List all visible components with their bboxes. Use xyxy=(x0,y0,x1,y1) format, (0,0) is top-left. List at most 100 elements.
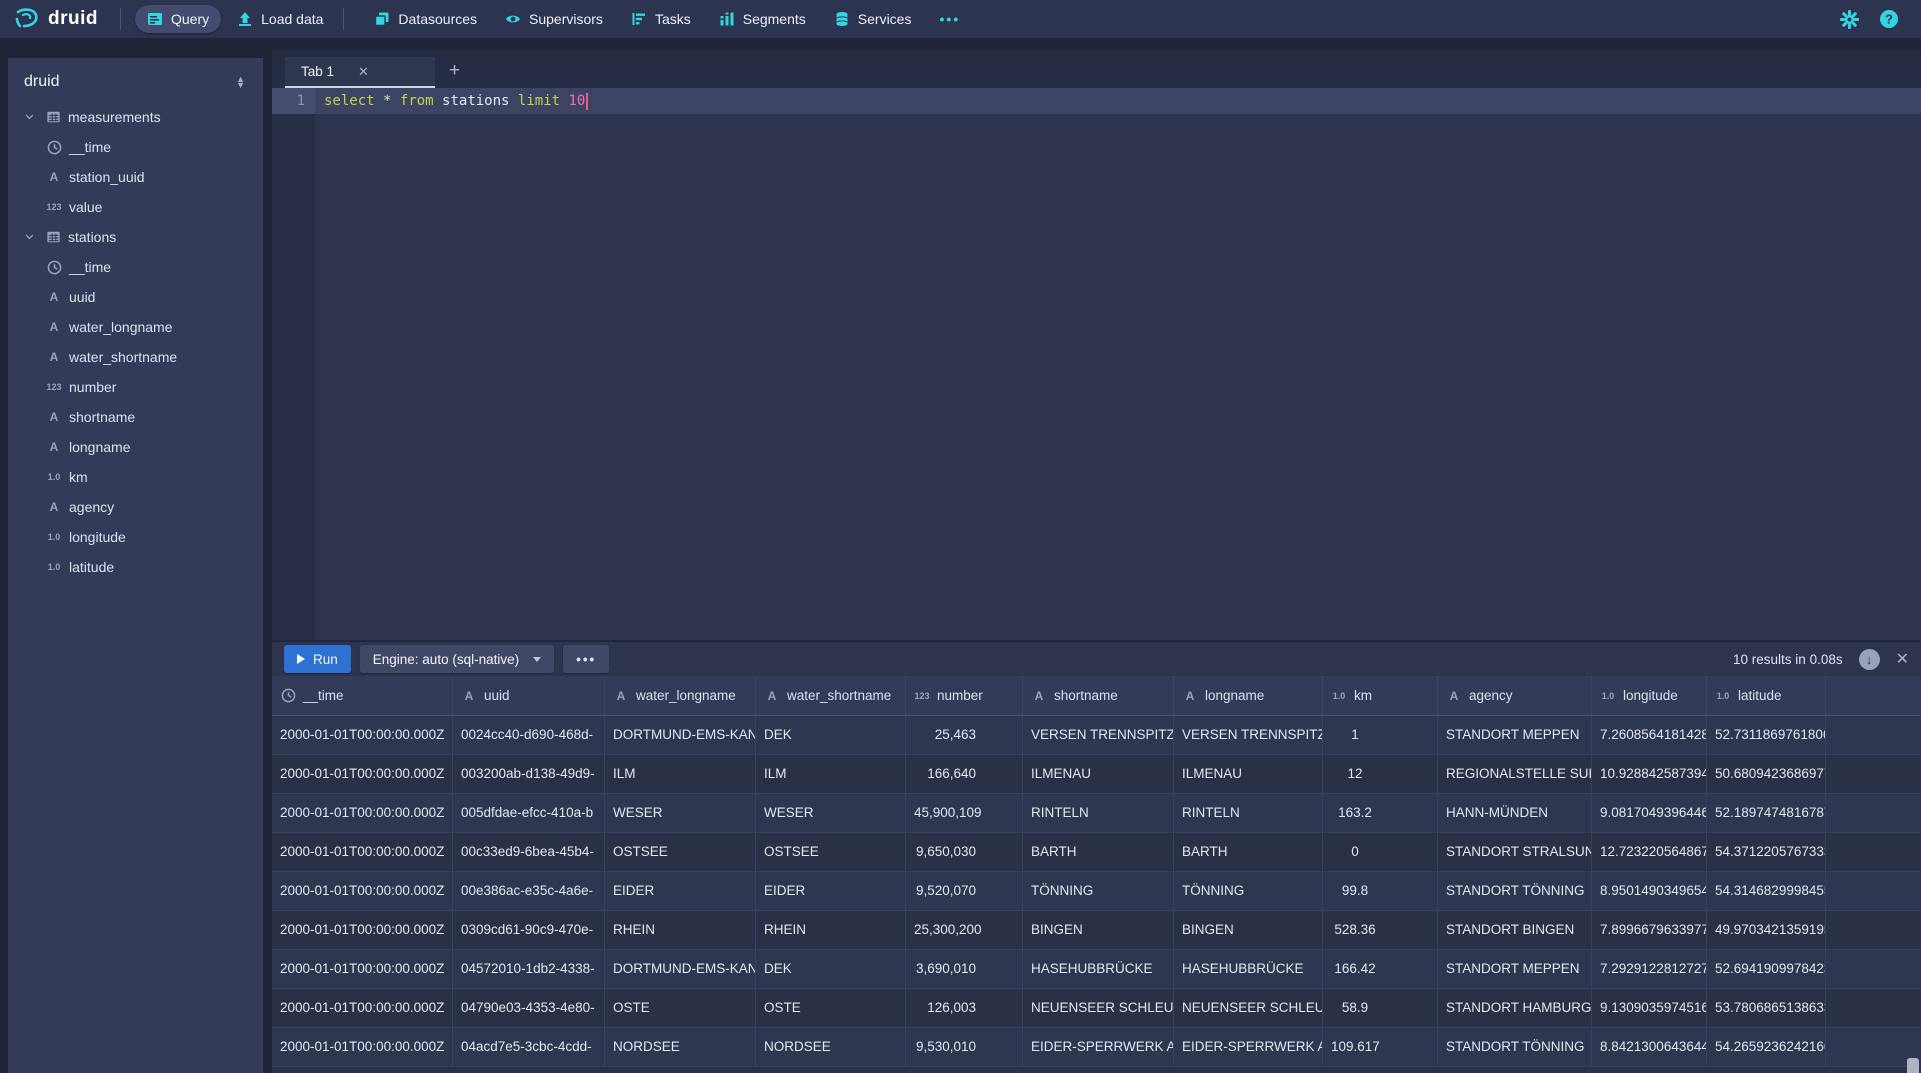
column-header-water_longname[interactable]: A water_longname xyxy=(605,676,756,715)
nav-item-tasks[interactable]: Tasks xyxy=(619,5,703,33)
cell-shortname[interactable]: BINGEN xyxy=(1023,911,1174,950)
cell-latitude[interactable]: 52.7311869761806 xyxy=(1707,716,1826,755)
cell-agency[interactable]: STANDORT TÖNNING xyxy=(1438,1028,1592,1067)
cell-number[interactable]: 45,900,109 xyxy=(906,794,1023,833)
cell-agency[interactable]: STANDORT MEPPEN xyxy=(1438,716,1592,755)
new-tab-button[interactable]: + xyxy=(435,60,474,88)
cell-longitude[interactable]: 7.8996679633977 xyxy=(1592,911,1707,950)
cell-number[interactable]: 126,003 xyxy=(906,989,1023,1028)
column-longitude[interactable]: 1.0longitude xyxy=(8,522,263,552)
cell-shortname[interactable]: EIDER-SPERRWERK AP xyxy=(1023,1028,1174,1067)
column-shortname[interactable]: Ashortname xyxy=(8,402,263,432)
column-agency[interactable]: Aagency xyxy=(8,492,263,522)
cell-water_longname[interactable]: DORTMUND-EMS-KANA xyxy=(605,716,756,755)
cell-water_shortname[interactable]: ILM xyxy=(756,755,906,794)
cell-shortname[interactable]: BARTH xyxy=(1023,833,1174,872)
cell-longitude[interactable]: 9.0817049396446 xyxy=(1592,794,1707,833)
sort-columns-icon[interactable]: ▲▼ xyxy=(228,72,253,92)
cell-shortname[interactable]: HASEHUBBRÜCKE xyxy=(1023,950,1174,989)
cell-number[interactable]: 166,640 xyxy=(906,755,1023,794)
cell-agency[interactable]: STANDORT STRALSUN xyxy=(1438,833,1592,872)
cell-water_shortname[interactable]: OSTE xyxy=(756,989,906,1028)
cell-km[interactable]: 166.42 xyxy=(1323,950,1438,989)
column-uuid[interactable]: Auuid xyxy=(8,282,263,312)
column-number[interactable]: 123number xyxy=(8,372,263,402)
cell-latitude[interactable]: 50.6809423686977 xyxy=(1707,755,1826,794)
cell-longname[interactable]: TÖNNING xyxy=(1174,872,1323,911)
cell-longname[interactable]: HASEHUBBRÜCKE xyxy=(1174,950,1323,989)
cell-__time[interactable]: 2000-01-01T00:00:00.000Z xyxy=(272,911,453,950)
cell-water_shortname[interactable]: DEK xyxy=(756,716,906,755)
column-__time[interactable]: __time xyxy=(8,132,263,162)
cell-number[interactable]: 25,300,200 xyxy=(906,911,1023,950)
cell-latitude[interactable]: 54.3712205767333 xyxy=(1707,833,1826,872)
cell-latitude[interactable]: 52.6941909978423 xyxy=(1707,950,1826,989)
column-water_shortname[interactable]: Awater_shortname xyxy=(8,342,263,372)
cell-__time[interactable]: 2000-01-01T00:00:00.000Z xyxy=(272,794,453,833)
cell-number[interactable]: 3,690,010 xyxy=(906,950,1023,989)
column-latitude[interactable]: 1.0latitude xyxy=(8,552,263,582)
nav-item-segments[interactable]: Segments xyxy=(707,5,818,33)
cell-km[interactable]: 109.617 xyxy=(1323,1028,1438,1067)
cell-__time[interactable]: 2000-01-01T00:00:00.000Z xyxy=(272,1028,453,1067)
cell-longitude[interactable]: 7.2929122812727 xyxy=(1592,950,1707,989)
cell-agency[interactable]: STANDORT HAMBURG xyxy=(1438,989,1592,1028)
cell-agency[interactable]: HANN-MÜNDEN xyxy=(1438,794,1592,833)
cell-number[interactable]: 9,520,070 xyxy=(906,872,1023,911)
cell-shortname[interactable]: VERSEN TRENNSPITZE xyxy=(1023,716,1174,755)
cell-uuid[interactable]: 0024cc40-d690-468d- xyxy=(453,716,605,755)
nav-item-query[interactable]: Query xyxy=(135,5,221,33)
cell-water_shortname[interactable]: WESER xyxy=(756,794,906,833)
cell-shortname[interactable]: NEUENSEER SCHLEUS xyxy=(1023,989,1174,1028)
cell-agency[interactable]: REGIONALSTELLE SUH xyxy=(1438,755,1592,794)
cell-shortname[interactable]: ILMENAU xyxy=(1023,755,1174,794)
column-km[interactable]: 1.0km xyxy=(8,462,263,492)
vertical-scrollbar-thumb[interactable] xyxy=(1907,1058,1919,1073)
cell-latitude[interactable]: 53.7806865138633 xyxy=(1707,989,1826,1028)
column-header-latitude[interactable]: 1.0 latitude xyxy=(1707,676,1826,715)
cell-water_shortname[interactable]: RHEIN xyxy=(756,911,906,950)
cell-__time[interactable]: 2000-01-01T00:00:00.000Z xyxy=(272,950,453,989)
cell-latitude[interactable]: 52.1897474816787 xyxy=(1707,794,1826,833)
cell-km[interactable]: 99.8 xyxy=(1323,872,1438,911)
cell-number[interactable]: 9,650,030 xyxy=(906,833,1023,872)
cell-water_shortname[interactable]: EIDER xyxy=(756,872,906,911)
nav-item-load-data[interactable]: Load data xyxy=(225,5,335,33)
column-header-shortname[interactable]: A shortname xyxy=(1023,676,1174,715)
close-results-icon[interactable]: ✕ xyxy=(1896,649,1909,669)
cell-water_shortname[interactable]: OSTSEE xyxy=(756,833,906,872)
cell-water_longname[interactable]: ILM xyxy=(605,755,756,794)
cell-longitude[interactable]: 9.1309035974516 xyxy=(1592,989,1707,1028)
datasource-measurements[interactable]: measurements xyxy=(8,102,263,132)
more-options-button[interactable]: ••• xyxy=(563,645,609,673)
cell-longitude[interactable]: 10.9288425873944 xyxy=(1592,755,1707,794)
tab-close-icon[interactable]: ✕ xyxy=(358,64,369,80)
cell-uuid[interactable]: 005dfdae-efcc-410a-b xyxy=(453,794,605,833)
cell-uuid[interactable]: 04acd7e5-3cbc-4cdd- xyxy=(453,1028,605,1067)
cell-uuid[interactable]: 00c33ed9-6bea-45b4- xyxy=(453,833,605,872)
cell-longitude[interactable]: 12.7232205648674 xyxy=(1592,833,1707,872)
druid-brand[interactable]: druid xyxy=(14,7,98,31)
nav-item-more[interactable]: ••• xyxy=(927,5,972,33)
cell-longitude[interactable]: 7.2608564181428 xyxy=(1592,716,1707,755)
cell-water_longname[interactable]: NORDSEE xyxy=(605,1028,756,1067)
cell-water_longname[interactable]: OSTE xyxy=(605,989,756,1028)
cell-longname[interactable]: RINTELN xyxy=(1174,794,1323,833)
cell-__time[interactable]: 2000-01-01T00:00:00.000Z xyxy=(272,716,453,755)
cell-uuid[interactable]: 04572010-1db2-4338- xyxy=(453,950,605,989)
cell-water_longname[interactable]: EIDER xyxy=(605,872,756,911)
cell-number[interactable]: 9,530,010 xyxy=(906,1028,1023,1067)
cell-agency[interactable]: STANDORT BINGEN xyxy=(1438,911,1592,950)
cell-km[interactable]: 58.9 xyxy=(1323,989,1438,1028)
cell-agency[interactable]: STANDORT MEPPEN xyxy=(1438,950,1592,989)
column-longname[interactable]: Alongname xyxy=(8,432,263,462)
column-__time[interactable]: __time xyxy=(8,252,263,282)
cell-__time[interactable]: 2000-01-01T00:00:00.000Z xyxy=(272,833,453,872)
cell-water_shortname[interactable]: NORDSEE xyxy=(756,1028,906,1067)
engine-select[interactable]: Engine: auto (sql-native) xyxy=(360,645,554,673)
cell-__time[interactable]: 2000-01-01T00:00:00.000Z xyxy=(272,755,453,794)
cell-longname[interactable]: NEUENSEER SCHLEUS xyxy=(1174,989,1323,1028)
column-water_longname[interactable]: Awater_longname xyxy=(8,312,263,342)
cell-water_longname[interactable]: WESER xyxy=(605,794,756,833)
cell-shortname[interactable]: TÖNNING xyxy=(1023,872,1174,911)
